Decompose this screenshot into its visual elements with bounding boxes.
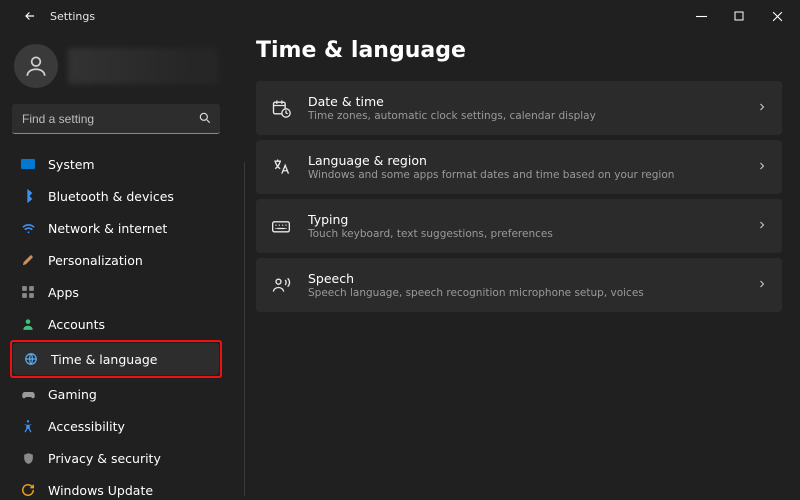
chevron-right-icon — [756, 219, 768, 234]
display-icon — [20, 156, 36, 172]
chevron-right-icon — [756, 101, 768, 116]
settings-cards: Date & time Time zones, automatic clock … — [256, 81, 782, 312]
card-title: Date & time — [308, 94, 740, 109]
sidebar-item-apps[interactable]: Apps — [10, 276, 222, 308]
shield-icon — [20, 450, 36, 466]
sidebar-item-label: Bluetooth & devices — [48, 189, 174, 204]
close-button[interactable] — [758, 2, 796, 30]
nav-list: System Bluetooth & devices Network & int… — [10, 148, 222, 500]
card-subtitle: Speech language, speech recognition micr… — [308, 287, 740, 299]
back-button[interactable] — [16, 2, 44, 30]
chevron-right-icon — [756, 160, 768, 175]
globe-clock-icon — [23, 351, 39, 367]
search-container — [12, 104, 220, 134]
card-date-time[interactable]: Date & time Time zones, automatic clock … — [256, 81, 782, 135]
gamepad-icon — [20, 386, 36, 402]
window-title: Settings — [50, 10, 95, 23]
calendar-clock-icon — [270, 97, 292, 119]
maximize-button[interactable] — [720, 2, 758, 30]
page-title: Time & language — [256, 38, 782, 63]
keyboard-icon — [270, 215, 292, 237]
sidebar-item-label: Network & internet — [48, 221, 167, 236]
sidebar-item-label: Apps — [48, 285, 79, 300]
card-subtitle: Windows and some apps format dates and t… — [308, 169, 740, 181]
sidebar-item-privacy[interactable]: Privacy & security — [10, 442, 222, 474]
sidebar-item-network[interactable]: Network & internet — [10, 212, 222, 244]
sidebar-item-personalization[interactable]: Personalization — [10, 244, 222, 276]
card-speech[interactable]: Speech Speech language, speech recogniti… — [256, 258, 782, 312]
card-typing[interactable]: Typing Touch keyboard, text suggestions,… — [256, 199, 782, 253]
sidebar-item-system[interactable]: System — [10, 148, 222, 180]
paintbrush-icon — [20, 252, 36, 268]
user-account-tile[interactable] — [10, 40, 222, 102]
search-input[interactable] — [12, 104, 220, 134]
sidebar-item-label: Privacy & security — [48, 451, 161, 466]
sidebar-item-label: System — [48, 157, 95, 172]
card-language-region[interactable]: Language & region Windows and some apps … — [256, 140, 782, 194]
sidebar-item-windows-update[interactable]: Windows Update — [10, 474, 222, 500]
card-subtitle: Time zones, automatic clock settings, ca… — [308, 110, 740, 122]
main-content: Time & language Date & time Time zones, … — [232, 32, 800, 500]
sidebar-item-label: Accessibility — [48, 419, 125, 434]
search-icon — [198, 111, 212, 128]
sidebar-item-label: Time & language — [51, 352, 157, 367]
update-icon — [20, 482, 36, 498]
minimize-button[interactable] — [682, 2, 720, 30]
sidebar-item-gaming[interactable]: Gaming — [10, 378, 222, 410]
sidebar: System Bluetooth & devices Network & int… — [0, 32, 232, 500]
sidebar-item-accounts[interactable]: Accounts — [10, 308, 222, 340]
speech-icon — [270, 274, 292, 296]
sidebar-item-time-language[interactable]: Time & language — [13, 343, 219, 375]
sidebar-item-accessibility[interactable]: Accessibility — [10, 410, 222, 442]
sidebar-item-label: Personalization — [48, 253, 143, 268]
person-icon — [20, 316, 36, 332]
sidebar-item-bluetooth[interactable]: Bluetooth & devices — [10, 180, 222, 212]
avatar — [14, 44, 58, 88]
title-bar: Settings — [0, 0, 800, 32]
card-subtitle: Touch keyboard, text suggestions, prefer… — [308, 228, 740, 240]
bluetooth-icon — [20, 188, 36, 204]
tutorial-highlight: Time & language — [10, 340, 222, 378]
sidebar-item-label: Windows Update — [48, 483, 153, 498]
chevron-right-icon — [756, 278, 768, 293]
language-icon — [270, 156, 292, 178]
wifi-icon — [20, 220, 36, 236]
card-title: Speech — [308, 271, 740, 286]
accessibility-icon — [20, 418, 36, 434]
card-title: Typing — [308, 212, 740, 227]
sidebar-item-label: Accounts — [48, 317, 105, 332]
apps-icon — [20, 284, 36, 300]
user-info-redacted — [68, 48, 218, 84]
card-title: Language & region — [308, 153, 740, 168]
sidebar-item-label: Gaming — [48, 387, 97, 402]
